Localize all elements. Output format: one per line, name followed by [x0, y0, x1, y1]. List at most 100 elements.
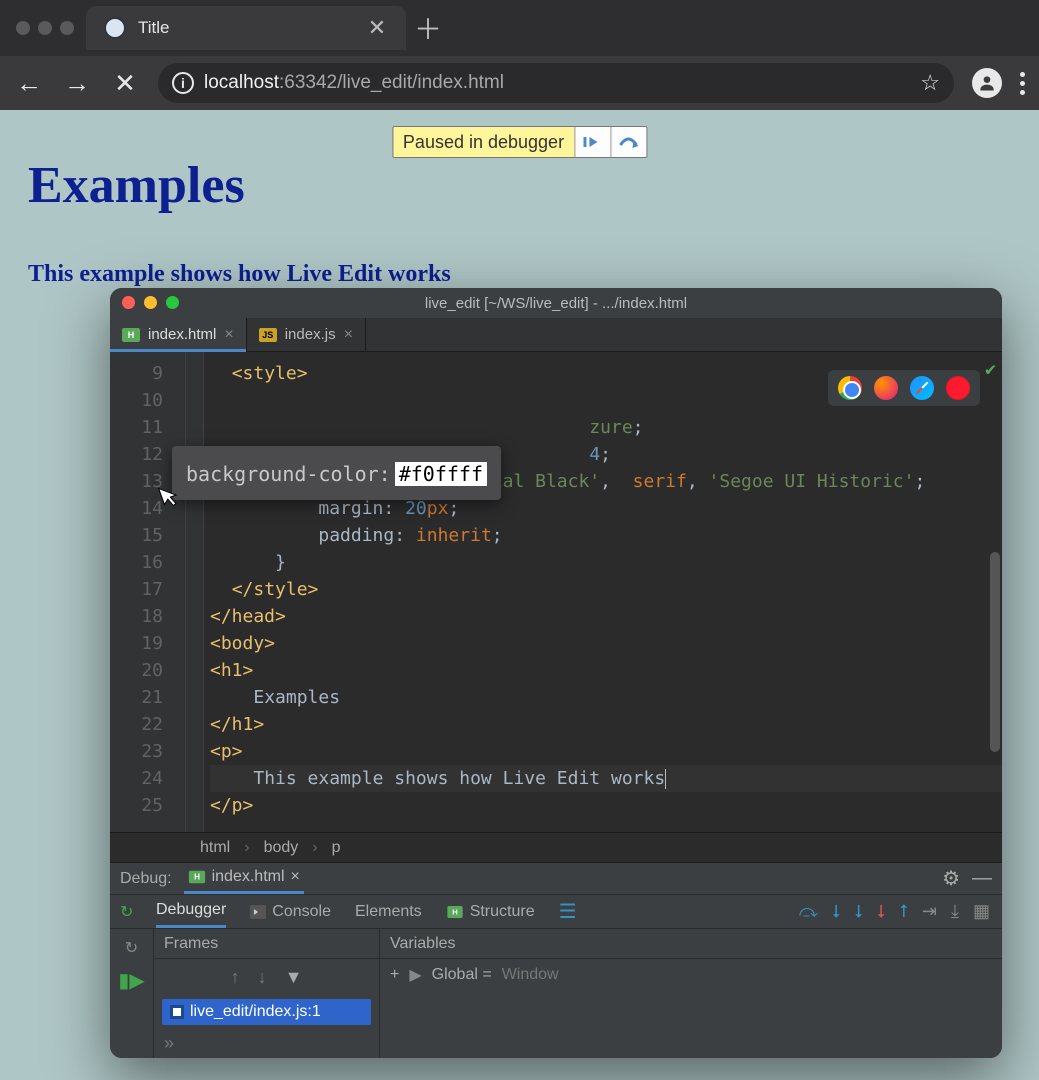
- close-icon[interactable]: ×: [291, 868, 300, 886]
- filter-icon[interactable]: ▼: [285, 967, 303, 988]
- ide-tab-label: index.html: [148, 326, 216, 343]
- close-tab-icon[interactable]: ×: [224, 326, 233, 344]
- breadcrumbs: html › body › p: [110, 832, 1002, 862]
- paused-in-debugger-bar: Paused in debugger: [392, 126, 647, 158]
- elements-tab[interactable]: Elements: [355, 903, 422, 921]
- line-number-gutter: 910111213141516171819202122232425: [110, 352, 186, 832]
- hide-panel-icon[interactable]: —: [972, 867, 992, 890]
- firefox-icon[interactable]: [874, 376, 898, 400]
- debug-config-tab[interactable]: H index.html ×: [184, 863, 304, 894]
- stop-reload-button[interactable]: ✕: [110, 68, 140, 98]
- ide-title: live_edit [~/WS/live_edit] - .../index.h…: [425, 295, 687, 312]
- close-tab-icon[interactable]: ×: [344, 326, 353, 344]
- ide-window: live_edit [~/WS/live_edit] - .../index.h…: [110, 288, 1002, 1058]
- ide-minimize-icon[interactable]: [144, 296, 157, 309]
- stack-frame[interactable]: live_edit/index.js:1: [162, 999, 371, 1025]
- ide-file-tabs: H index.html × JS index.js ×: [110, 318, 1002, 352]
- editor-area[interactable]: 910111213141516171819202122232425 <style…: [110, 352, 1002, 832]
- window-controls: [10, 21, 86, 35]
- breadcrumb-item[interactable]: p: [332, 839, 341, 857]
- tooltip-value: #f0ffff: [395, 462, 487, 486]
- ide-zoom-icon[interactable]: [166, 296, 179, 309]
- close-window-dot[interactable]: [16, 21, 30, 35]
- frame-down-icon[interactable]: ↓: [258, 967, 267, 988]
- debug-config-name: index.html: [212, 868, 285, 886]
- calculator-icon[interactable]: ▦: [973, 901, 990, 922]
- debug-tool-window: Debug: H index.html × ⚙ — ↻ Debugger Con…: [110, 862, 1002, 1058]
- html-file-icon: H: [122, 328, 140, 342]
- rerun-icon[interactable]: ↻: [120, 902, 133, 922]
- step-out-icon[interactable]: ⭡: [899, 901, 907, 922]
- debug-tabs: ↻ Debugger Console Elements H Structure …: [110, 895, 1002, 929]
- browser-menu-button[interactable]: [1020, 72, 1025, 95]
- profile-icon[interactable]: [972, 68, 1002, 98]
- tooltip-property: background-color:: [186, 462, 391, 486]
- maximize-window-dot[interactable]: [60, 21, 74, 35]
- ide-close-icon[interactable]: [122, 296, 135, 309]
- site-info-icon[interactable]: i: [172, 72, 194, 94]
- add-watch-icon[interactable]: +: [390, 966, 399, 984]
- address-host: localhost: [204, 72, 279, 93]
- open-in-browser-bar: [828, 370, 980, 406]
- js-file-icon: JS: [259, 328, 277, 342]
- bookmark-star-icon[interactable]: ☆: [920, 70, 940, 96]
- address-path: :63342/live_edit/index.html: [279, 72, 504, 93]
- gear-icon[interactable]: ⚙: [942, 866, 960, 891]
- debug-sidebar: ↻ ▮▶: [110, 929, 154, 1058]
- forward-button[interactable]: →: [62, 68, 92, 98]
- favicon-icon: [104, 17, 126, 39]
- sync-icon[interactable]: ↻: [121, 937, 143, 959]
- chevron-right-icon: ›: [244, 839, 249, 857]
- run-to-cursor-icon[interactable]: ⇥: [922, 901, 937, 922]
- breadcrumb-item[interactable]: html: [200, 839, 230, 857]
- ide-titlebar: live_edit [~/WS/live_edit] - .../index.h…: [110, 288, 1002, 318]
- evaluate-icon[interactable]: ⤓: [951, 901, 959, 922]
- opera-icon[interactable]: [946, 376, 970, 400]
- tab-strip: Title ✕ ＋: [0, 0, 1039, 56]
- safari-icon[interactable]: [910, 376, 934, 400]
- chrome-icon[interactable]: [838, 376, 862, 400]
- structure-tab[interactable]: H Structure: [446, 903, 535, 921]
- html-file-icon: H: [188, 871, 204, 884]
- debugger-resume-button[interactable]: [574, 127, 610, 157]
- frame-controls: ↑ ↓ ▼: [154, 959, 379, 995]
- address-text: localhost:63342/live_edit/index.html: [204, 72, 910, 94]
- expand-icon[interactable]: ▶: [409, 965, 421, 985]
- code-editor[interactable]: <style> zure; 4; font-family: 'Arial Bla…: [204, 352, 1002, 832]
- ide-tab-index-html[interactable]: H index.html ×: [110, 318, 247, 351]
- rendered-page: Paused in debugger Examples This example…: [0, 110, 1039, 1080]
- minimize-window-dot[interactable]: [38, 21, 52, 35]
- debugger-step-button[interactable]: [610, 127, 646, 157]
- new-tab-button[interactable]: ＋: [406, 6, 450, 50]
- html-file-icon: H: [447, 906, 462, 918]
- css-value-tooltip: background-color: #f0ffff: [172, 446, 501, 500]
- step-into-icon[interactable]: ⭣: [855, 901, 863, 922]
- back-button[interactable]: ←: [14, 68, 44, 98]
- layout-icon[interactable]: ☰: [559, 899, 577, 924]
- ide-tab-index-js[interactable]: JS index.js ×: [247, 318, 366, 351]
- address-bar[interactable]: i localhost:63342/live_edit/index.html ☆: [158, 63, 954, 103]
- variables-panel: Variables + ▶ Global = Window: [380, 929, 1002, 1058]
- ide-window-controls: [122, 296, 179, 309]
- editor-scrollbar[interactable]: [990, 552, 1000, 752]
- resume-icon[interactable]: ▮▶: [121, 969, 143, 991]
- tab-title: Title: [138, 18, 170, 38]
- step-controls: ⤼ ⭣ ⭣ ⭣ ⭡ ⇥ ⤓ ▦: [799, 901, 990, 922]
- debugger-tab[interactable]: Debugger: [156, 895, 226, 928]
- more-frames-icon[interactable]: »: [154, 1029, 379, 1058]
- force-step-icon[interactable]: ⭣: [877, 901, 885, 922]
- step-into-icon[interactable]: ⭣: [832, 901, 840, 922]
- frames-header: Frames: [154, 929, 379, 959]
- breadcrumb-item[interactable]: body: [264, 839, 299, 857]
- page-title: Examples: [28, 156, 1011, 215]
- chevron-right-icon: ›: [312, 839, 317, 857]
- ide-tab-label: index.js: [285, 326, 336, 343]
- page-subhead: This example shows how Live Edit works: [28, 261, 1011, 288]
- variable-row[interactable]: + ▶ Global = Window: [380, 959, 1002, 991]
- close-tab-button[interactable]: ✕: [366, 17, 388, 39]
- frame-up-icon[interactable]: ↑: [231, 967, 240, 988]
- console-tab[interactable]: Console: [250, 903, 331, 921]
- step-over-icon[interactable]: ⤼: [799, 901, 818, 922]
- analysis-ok-icon[interactable]: ✔: [985, 356, 996, 383]
- browser-tab[interactable]: Title ✕: [86, 6, 406, 50]
